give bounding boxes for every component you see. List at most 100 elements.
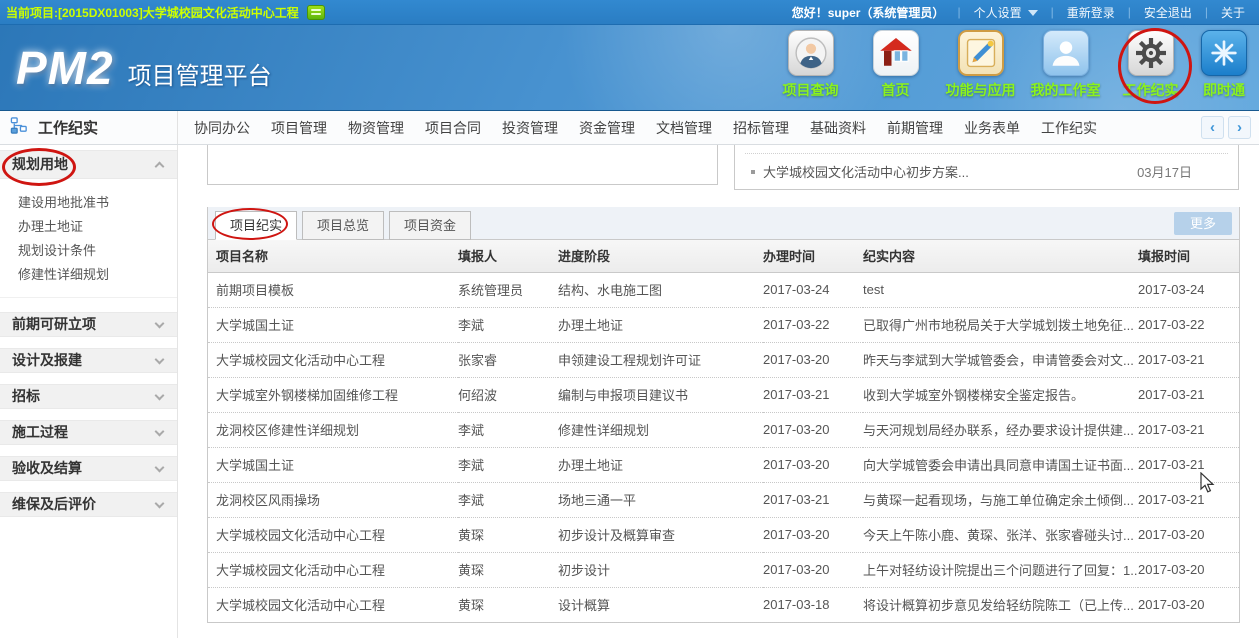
table-row[interactable]: 龙洞校区风雨操场 李斌 场地三通一平 2017-03-21 与黄琛一起看现场，与… [208, 482, 1239, 517]
table-row[interactable]: 大学城国土证 李斌 办理土地证 2017-03-20 向大学城管委会申请出具同意… [208, 447, 1239, 482]
nav-item[interactable]: 物资管理 [348, 118, 404, 138]
cell-record-content: 今天上午陈小鹿、黄琛、张洋、张家睿碰头讨... [863, 517, 1138, 552]
tab-project-overview[interactable]: 项目总览 [302, 211, 384, 240]
table-row[interactable]: 龙洞校区修建性详细规划 李斌 修建性详细规划 2017-03-20 与天河规划局… [208, 412, 1239, 447]
chevron-up-icon [155, 162, 165, 172]
nav-item[interactable]: 前期管理 [887, 118, 943, 138]
chevron-down-icon [155, 318, 165, 328]
chevron-down-icon [155, 498, 165, 508]
notice-item[interactable]: 大学城校园文化活动中心初步方案... 03月17日 [745, 153, 1228, 189]
col-report-date: 填报时间 [1138, 240, 1239, 272]
cell-stage: 办理土地证 [558, 307, 763, 342]
nav-item[interactable]: 协同办公 [194, 118, 250, 138]
cell-handle-date: 2017-03-22 [763, 307, 863, 342]
nav-item[interactable]: 招标管理 [733, 118, 789, 138]
cell-stage: 场地三通一平 [558, 482, 763, 517]
topbar: 当前项目:[2015DX01003]大学城校园文化活动中心工程 您好！super… [0, 0, 1259, 25]
table-row[interactable]: 大学城室外钢楼梯加固维修工程 何绍波 编制与申报项目建议书 2017-03-21… [208, 377, 1239, 412]
sidebar-group-planning-land[interactable]: 规划用地 [0, 150, 177, 179]
sidebar-subitems: 建设用地批准书办理土地证规划设计条件修建性详细规划 [0, 179, 177, 298]
chevron-down-icon [1028, 10, 1038, 16]
cell-reporter: 黄琛 [458, 587, 558, 622]
cell-reporter: 李斌 [458, 307, 558, 342]
table-row[interactable]: 大学城校园文化活动中心工程 黄琛 设计概算 2017-03-18 将设计概算初步… [208, 587, 1239, 622]
bullet-icon [751, 170, 755, 174]
cell-record-content: 昨天与李斌到大学城管委会，申请管委会对文... [863, 342, 1138, 377]
cell-record-content: 将设计概算初步意见发给轻纺院陈工（已上传... [863, 587, 1138, 622]
nav-band: 工作纪实 协同办公 项目管理 物资管理 项目合同 投资管理 资金管理 文档管理 招标管理 基础资… [0, 111, 1259, 145]
shortcut-label: 项目查询 [783, 80, 839, 100]
cell-report-date: 2017-03-20 [1138, 517, 1239, 552]
cell-record-content: 向大学城管委会申请出具同意申请国土证书面... [863, 447, 1138, 482]
cell-project-name: 龙洞校区风雨操场 [208, 482, 458, 517]
record-board: 项目纪实 项目总览 项目资金 更多 项目名称 填报人 进度阶段 办理时间 纪实内… [207, 207, 1240, 623]
cell-report-date: 2017-03-21 [1138, 482, 1239, 517]
cell-stage: 初步设计及概算审查 [558, 517, 763, 552]
chevron-down-icon [155, 390, 165, 400]
person-search-icon [788, 30, 834, 76]
cell-handle-date: 2017-03-20 [763, 517, 863, 552]
sidebar-group-design[interactable]: 设计及报建 [0, 348, 177, 373]
cell-reporter: 何绍波 [458, 377, 558, 412]
table-header-row: 项目名称 填报人 进度阶段 办理时间 纪实内容 填报时间 [208, 240, 1239, 272]
sidebar-group-maintenance[interactable]: 维保及后评价 [0, 492, 177, 517]
header-shortcuts: 项目查询 首页 功能与应用 我的工作室 [768, 30, 1255, 100]
nav-next-button[interactable]: › [1228, 116, 1251, 139]
table-row[interactable]: 大学城校园文化活动中心工程 黄琛 初步设计 2017-03-20 上午对轻纺设计… [208, 552, 1239, 587]
chevron-down-icon [155, 354, 165, 364]
nav-prev-button[interactable]: ‹ [1201, 116, 1224, 139]
shortcut-home[interactable]: 首页 [853, 30, 938, 100]
shortcut-project-query[interactable]: 项目查询 [768, 30, 853, 100]
sidebar-subitem[interactable]: 规划设计条件 [0, 239, 177, 263]
cell-report-date: 2017-03-22 [1138, 307, 1239, 342]
shortcut-functions[interactable]: 功能与应用 [938, 30, 1023, 100]
table-row[interactable]: 大学城校园文化活动中心工程 张家睿 申领建设工程规划许可证 2017-03-20… [208, 342, 1239, 377]
cell-reporter: 李斌 [458, 482, 558, 517]
notepad-pencil-icon [958, 30, 1004, 76]
sidebar-group-construction[interactable]: 施工过程 [0, 420, 177, 445]
sidebar-group-feasibility[interactable]: 前期可研立项 [0, 312, 177, 337]
pm2-app: 当前项目:[2015DX01003]大学城校园文化活动中心工程 您好！super… [0, 0, 1259, 638]
cell-project-name: 大学城国土证 [208, 307, 458, 342]
sidebar-subitem[interactable]: 建设用地批准书 [0, 191, 177, 215]
pm2-logo: PM2 项目管理平台 [16, 41, 272, 95]
more-button[interactable]: 更多 [1174, 212, 1232, 235]
shortcut-work-record[interactable]: 工作纪实 [1108, 30, 1193, 100]
home-icon [873, 30, 919, 76]
cell-record-content: 已取得广州市地税局关于大学城划拨土地免征... [863, 307, 1138, 342]
table-row[interactable]: 大学城校园文化活动中心工程 黄琛 初步设计及概算审查 2017-03-20 今天… [208, 517, 1239, 552]
app-header: PM2 项目管理平台 项目查询 首页 功能与应用 [0, 25, 1259, 111]
cell-handle-date: 2017-03-21 [763, 377, 863, 412]
nav-item[interactable]: 投资管理 [502, 118, 558, 138]
nav-item[interactable]: 文档管理 [656, 118, 712, 138]
notice-text[interactable]: 大学城校园文化活动中心初步方案... [763, 162, 969, 181]
project-switch-icon[interactable] [307, 5, 325, 20]
col-handle-date: 办理时间 [763, 240, 863, 272]
shortcut-messenger[interactable]: 即时通 [1193, 30, 1255, 100]
nav-item[interactable]: 工作纪实 [1041, 118, 1097, 138]
table-row[interactable]: 大学城国土证 李斌 办理土地证 2017-03-22 已取得广州市地税局关于大学… [208, 307, 1239, 342]
sidebar-subitem[interactable]: 修建性详细规划 [0, 263, 177, 287]
table-row[interactable]: 前期项目模板 系统管理员 结构、水电施工图 2017-03-24 test 20… [208, 272, 1239, 307]
sidebar: 规划用地 建设用地批准书办理土地证规划设计条件修建性详细规划 前期可研立项 设计… [0, 145, 178, 638]
top-left-panel [207, 145, 718, 185]
nav-item[interactable]: 项目合同 [425, 118, 481, 138]
sidebar-group-acceptance[interactable]: 验收及结算 [0, 456, 177, 481]
shortcut-label: 即时通 [1203, 80, 1245, 100]
shortcut-my-workspace[interactable]: 我的工作室 [1023, 30, 1108, 100]
cell-handle-date: 2017-03-20 [763, 412, 863, 447]
personal-settings-link[interactable]: 个人设置 [974, 4, 1038, 21]
nav-item[interactable]: 业务表单 [964, 118, 1020, 138]
tab-project-record[interactable]: 项目纪实 [215, 211, 297, 240]
safe-logout-link[interactable]: 安全退出 [1144, 4, 1192, 21]
cell-project-name: 前期项目模板 [208, 272, 458, 307]
sidebar-group-bidding[interactable]: 招标 [0, 384, 177, 409]
tab-project-funds[interactable]: 项目资金 [389, 211, 471, 240]
sidebar-subitem[interactable]: 办理土地证 [0, 215, 177, 239]
relogin-link[interactable]: 重新登录 [1067, 4, 1115, 21]
about-link[interactable]: 关于 [1221, 4, 1245, 21]
nav-item[interactable]: 基础资料 [810, 118, 866, 138]
nav-item[interactable]: 项目管理 [271, 118, 327, 138]
cell-handle-date: 2017-03-21 [763, 482, 863, 517]
nav-item[interactable]: 资金管理 [579, 118, 635, 138]
